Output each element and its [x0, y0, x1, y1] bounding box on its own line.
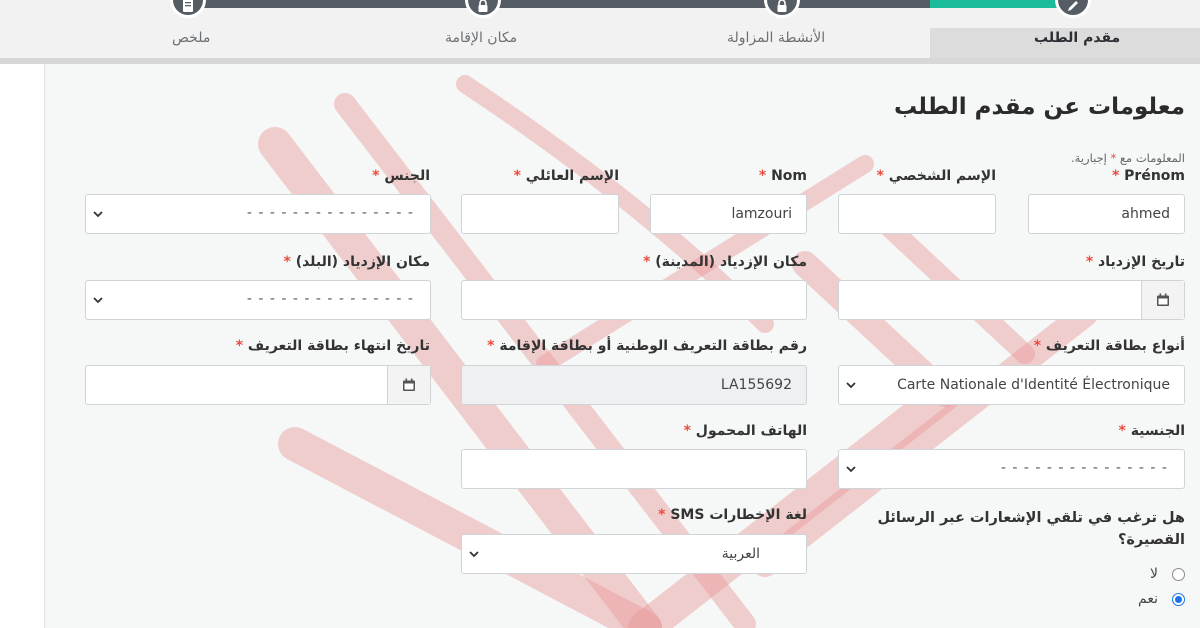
nom-ar-input[interactable] [461, 194, 619, 234]
prenom-label: Prénom * [1111, 168, 1185, 184]
nom-ar-label: الإسم العائلي * [513, 168, 619, 184]
stepper-track [188, 0, 930, 8]
step-activities[interactable] [764, 0, 800, 18]
document-icon [183, 0, 193, 12]
id-number-label: رقم بطاقة التعريف الوطنية أو بطاقة الإقا… [487, 338, 807, 354]
id-type-select[interactable]: Carte Nationale d'Identité Électronique [838, 365, 1185, 405]
chevron-down-icon [93, 211, 103, 218]
step-applicant[interactable] [1055, 0, 1091, 18]
birth-city-label: مكان الإزدياد (المدينة) * [643, 254, 807, 270]
prenom-ar-input[interactable] [838, 194, 996, 234]
calendar-icon [1157, 293, 1169, 306]
pencil-icon [1068, 1, 1078, 11]
nom-input[interactable]: lamzouri [650, 194, 807, 234]
calendar-icon [403, 378, 415, 391]
step-summary-label[interactable]: ملخص [172, 30, 210, 46]
applicant-form: معلومات عن مقدم الطلب المعلومات مع * إجب… [44, 64, 1200, 628]
birth-date-calendar-button[interactable] [1141, 281, 1184, 319]
nationality-select[interactable]: - - - - - - - - - - - - - - - [838, 449, 1185, 489]
id-number-input[interactable]: LA155692 [461, 365, 807, 405]
lock-icon [478, 0, 488, 12]
sms-option-yes[interactable]: نعم [1138, 591, 1185, 607]
id-expiry-calendar-button[interactable] [387, 366, 430, 404]
sms-lang-select[interactable]: العربية [461, 534, 807, 574]
step-residence-label[interactable]: مكان الإقامة [445, 30, 517, 46]
step-residence[interactable] [465, 0, 501, 18]
chevron-down-icon [469, 551, 479, 558]
sms-lang-label: لغة الإخطارات SMS * [658, 507, 807, 523]
radio-no[interactable] [1172, 567, 1185, 581]
sexe-label: الجنس * [372, 168, 430, 184]
step-activities-label[interactable]: الأنشطة المزاولة [727, 30, 825, 46]
birth-date-input[interactable] [838, 280, 1185, 320]
prenom-ar-label: الإسم الشخصي * [876, 168, 996, 184]
sms-question: هل ترغب في تلقي الإشعارات عبر الرسائل ال… [877, 510, 1185, 548]
id-expiry-label: تاريخ انتهاء بطاقة التعريف * [235, 338, 430, 354]
chevron-down-icon [846, 382, 856, 389]
birth-city-input[interactable] [461, 280, 807, 320]
sexe-select[interactable]: - - - - - - - - - - - - - - - [85, 194, 431, 234]
radio-yes[interactable] [1172, 592, 1185, 606]
sms-option-no[interactable]: لا [1150, 566, 1185, 582]
prenom-input[interactable]: ahmed [1028, 194, 1185, 234]
page-title: معلومات عن مقدم الطلب [893, 94, 1185, 120]
chevron-down-icon [846, 466, 856, 473]
mobile-input[interactable] [461, 449, 807, 489]
chevron-down-icon [93, 297, 103, 304]
id-expiry-input[interactable] [85, 365, 431, 405]
birth-date-label: تاريخ الإزدياد * [1085, 254, 1185, 270]
step-summary[interactable] [170, 0, 206, 18]
birth-country-label: مكان الإزدياد (البلد) * [283, 254, 430, 270]
lock-icon [777, 0, 787, 12]
id-type-label: أنواع بطاقة التعريف * [1033, 338, 1185, 354]
progress-stepper: ملخص مكان الإقامة الأنشطة المزاولة مقدم … [0, 0, 1200, 58]
nom-label: Nom * [758, 168, 807, 184]
step-applicant-label[interactable]: مقدم الطلب [1034, 30, 1120, 46]
birth-country-select[interactable]: - - - - - - - - - - - - - - - [85, 280, 431, 320]
nationality-label: الجنسية * [1118, 423, 1185, 439]
stepper-track-active [930, 0, 1070, 8]
mobile-label: الهاتف المحمول * [683, 423, 807, 439]
required-note: المعلومات مع * إجبارية. [1071, 151, 1185, 165]
